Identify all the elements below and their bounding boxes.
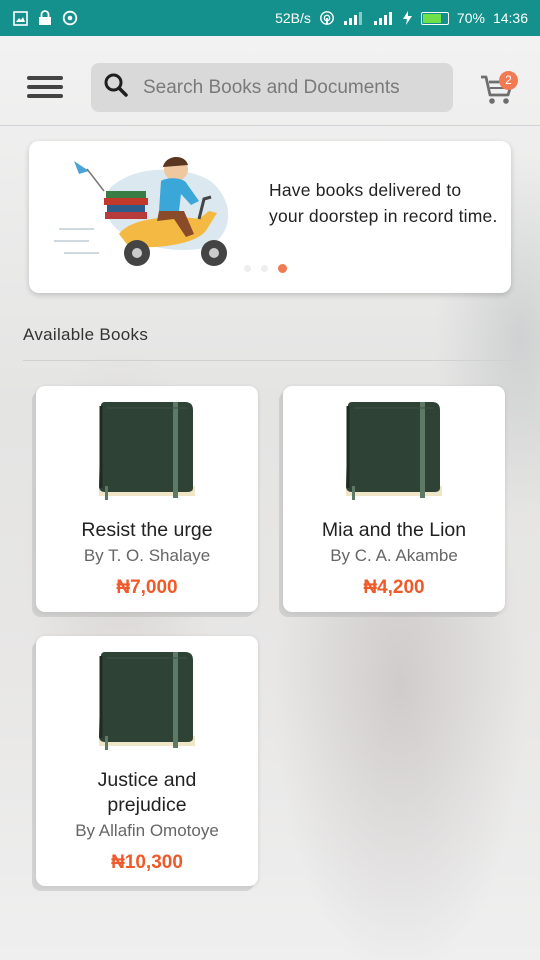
book-author: By T. O. Shalaye	[83, 546, 211, 565]
clock: 14:36	[492, 10, 528, 26]
book-price: ₦7,000	[116, 577, 178, 598]
book-price: ₦4,200	[363, 577, 425, 598]
signal-icon-2	[373, 10, 395, 26]
battery-icon	[420, 11, 449, 25]
book-price: ₦10,300	[111, 852, 183, 873]
signal-icon	[343, 10, 365, 26]
menu-button[interactable]	[27, 76, 63, 100]
book-title: Justice and prejudice	[97, 769, 197, 816]
book-author: By C. A. Akambe	[330, 546, 458, 565]
gallery-icon	[12, 10, 28, 26]
network-speed: 52B/s	[275, 10, 311, 26]
battery-percent: 70%	[456, 10, 485, 26]
hamburger-icon-bar	[27, 76, 63, 80]
book-title: Resist the urge	[81, 519, 213, 541]
notebook-icon	[99, 652, 195, 750]
search-bar[interactable]	[91, 63, 453, 112]
sync-icon	[62, 10, 78, 26]
book-card[interactable]: Resist the urge By T. O. Shalaye ₦7,000	[36, 386, 258, 612]
app-header: 2	[0, 36, 540, 126]
hamburger-icon-bar	[27, 85, 63, 89]
lock-icon	[37, 10, 53, 26]
hotspot-icon	[319, 10, 335, 26]
cart-icon	[478, 75, 518, 113]
section-divider	[23, 360, 517, 361]
notebook-icon	[346, 402, 442, 500]
charging-icon	[403, 10, 413, 26]
cart-button[interactable]: 2	[478, 69, 518, 109]
cart-count-badge: 2	[499, 71, 518, 90]
section-title: Available Books	[23, 325, 149, 344]
carousel-dot[interactable]	[244, 265, 251, 272]
delivery-scooter-illustration	[49, 149, 249, 277]
banner-text: Have books delivered to your doorstep in…	[269, 180, 498, 226]
book-card[interactable]: Mia and the Lion By C. A. Akambe ₦4,200	[283, 386, 505, 612]
search-input[interactable]	[143, 76, 433, 99]
book-author: By Allafin Omotoye	[75, 821, 219, 840]
status-bar: 52B/s 70% 14:36	[0, 0, 540, 36]
carousel-dot[interactable]	[261, 265, 268, 272]
notebook-icon	[99, 402, 195, 500]
search-icon	[103, 72, 129, 103]
book-card[interactable]: Justice and prejudice By Allafin Omotoye…	[36, 636, 258, 886]
carousel-indicator	[244, 264, 287, 273]
book-title: Mia and the Lion	[321, 519, 467, 541]
hamburger-icon-bar	[27, 94, 63, 98]
carousel-dot-active[interactable]	[278, 264, 287, 273]
promo-banner[interactable]: Have books delivered to your doorstep in…	[29, 141, 511, 293]
